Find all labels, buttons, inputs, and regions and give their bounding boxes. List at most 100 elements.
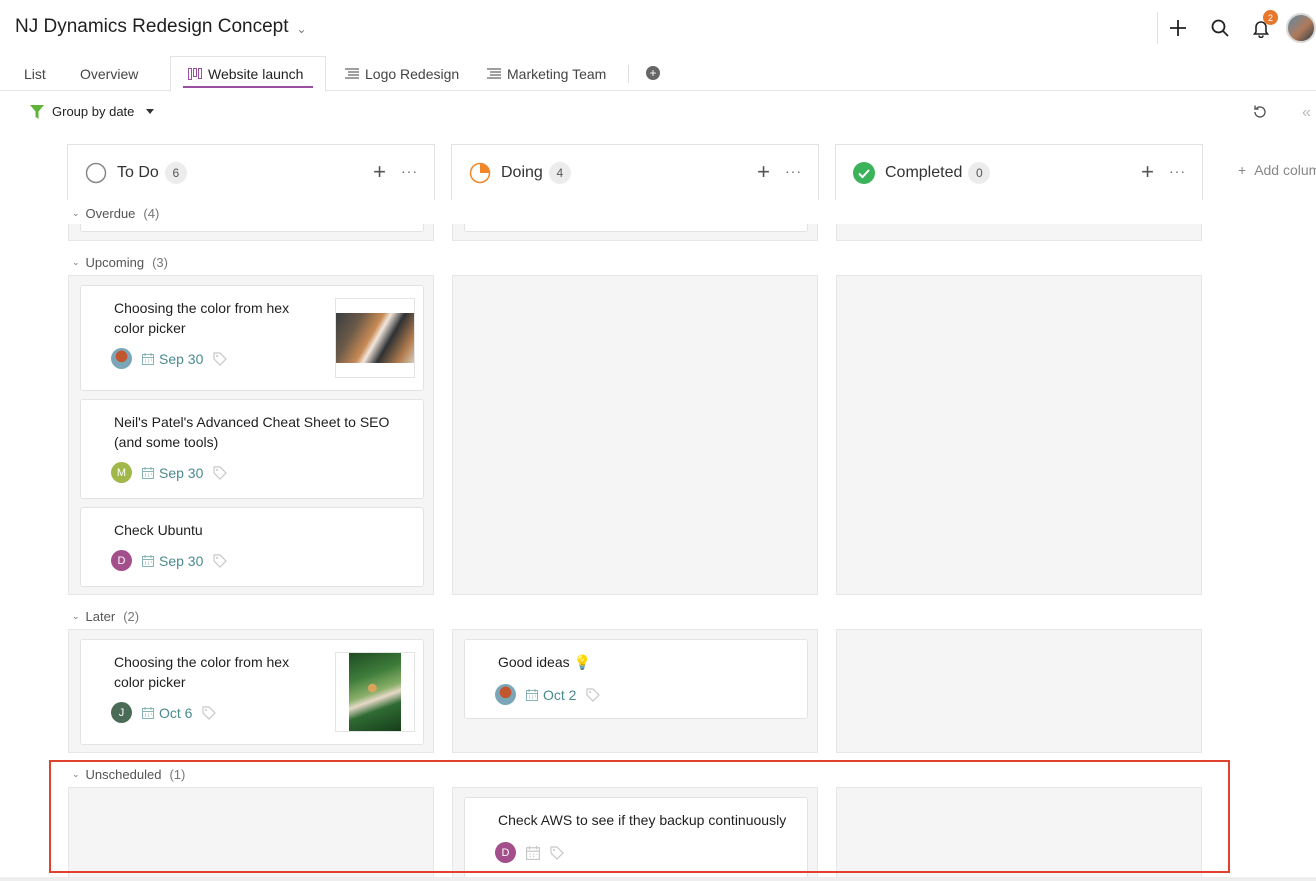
search-button[interactable] xyxy=(1206,14,1234,42)
assignee-avatar[interactable] xyxy=(495,684,516,705)
calendar-icon xyxy=(142,466,154,479)
due-date[interactable]: Sep 30 xyxy=(142,465,203,481)
user-avatar[interactable] xyxy=(1286,13,1316,43)
column-title: To Do xyxy=(117,163,159,181)
task-card[interactable]: Choosing the color from hex color picker … xyxy=(80,639,424,745)
lane-unscheduled-todo[interactable] xyxy=(68,787,434,881)
bottom-edge xyxy=(0,877,1316,881)
more-options-icon[interactable]: ··· xyxy=(401,163,418,179)
tag-icon[interactable] xyxy=(202,705,217,720)
doing-status-icon xyxy=(469,162,491,183)
column-header-todo: To Do 6 + ··· xyxy=(67,144,435,200)
add-button[interactable] xyxy=(1164,14,1192,42)
lane-later-completed[interactable] xyxy=(836,629,1202,753)
task-thumbnail[interactable] xyxy=(335,298,415,378)
list-icon xyxy=(345,68,359,79)
task-title: Choosing the color from hex color picker xyxy=(114,654,290,690)
assignee-avatar[interactable]: M xyxy=(111,462,132,483)
due-date-text: Sep 30 xyxy=(159,552,204,569)
caret-down-icon xyxy=(146,109,155,114)
task-title: Neil's Patel's Advanced Cheat Sheet to S… xyxy=(114,414,390,450)
assignee-avatar[interactable] xyxy=(111,348,132,369)
add-task-button[interactable]: + xyxy=(373,161,386,183)
task-card[interactable]: Good ideas 💡 Oct 2 xyxy=(464,639,808,719)
task-meta: Oct 2 xyxy=(495,684,601,705)
task-meta: D xyxy=(495,842,564,863)
lane-unscheduled-completed[interactable] xyxy=(836,787,1202,881)
column-title: Completed xyxy=(885,163,963,181)
tag-icon[interactable] xyxy=(586,687,601,702)
task-card[interactable]: Neil's Patel's Advanced Cheat Sheet to S… xyxy=(80,399,424,499)
due-date[interactable]: Sep 30 xyxy=(142,553,203,569)
filter-icon xyxy=(30,104,44,119)
task-meta: Sep 30 xyxy=(111,348,228,369)
group-toggle-unscheduled[interactable]: ⌄ Unscheduled (1) xyxy=(72,767,185,782)
task-card[interactable]: Check AWS to see if they backup continuo… xyxy=(464,797,808,881)
group-count: (4) xyxy=(143,206,160,221)
group-by-dropdown[interactable]: Group by date xyxy=(30,104,155,119)
tag-icon[interactable] xyxy=(213,465,228,480)
task-title: Check AWS to see if they backup continuo… xyxy=(498,812,787,828)
more-options-icon[interactable]: ··· xyxy=(785,163,802,179)
project-title-dropdown[interactable]: NJ Dynamics Redesign Concept ⌄ xyxy=(15,16,307,38)
task-card[interactable]: Choosing the color from hex color picker … xyxy=(80,285,424,391)
active-tab-indicator xyxy=(183,86,313,88)
group-toggle-overdue[interactable]: ⌄ Overdue (4) xyxy=(72,206,159,221)
calendar-icon xyxy=(142,706,154,719)
lane-overdue-completed xyxy=(836,224,1202,241)
group-count: (3) xyxy=(152,255,168,270)
due-date[interactable]: Oct 2 xyxy=(526,687,576,703)
task-title: Check Ubuntu xyxy=(114,522,203,538)
lane-later-todo: Choosing the color from hex color picker … xyxy=(68,629,434,753)
tab-logo-redesign[interactable]: Logo Redesign xyxy=(337,56,467,91)
lightbulb-icon: 💡 xyxy=(573,654,591,670)
assignee-avatar[interactable]: D xyxy=(495,842,516,863)
task-title: Choosing the color from hex color picker xyxy=(114,300,290,336)
task-card[interactable]: Check Ubuntu D Sep 30 xyxy=(80,507,424,587)
add-column-button[interactable]: + Add column xyxy=(1238,162,1316,178)
group-count: (1) xyxy=(169,767,186,782)
search-icon xyxy=(1211,19,1229,37)
header-divider xyxy=(1157,12,1158,44)
add-task-button[interactable]: + xyxy=(757,161,770,183)
tab-list[interactable]: List xyxy=(16,56,54,91)
due-date[interactable]: Oct 6 xyxy=(142,705,192,721)
thumbnail-image xyxy=(349,653,401,731)
tab-marketing-team[interactable]: Marketing Team xyxy=(479,56,614,91)
group-toggle-upcoming[interactable]: ⌄ Upcoming (3) xyxy=(72,255,168,270)
tag-icon[interactable] xyxy=(213,351,228,366)
due-date[interactable]: Sep 30 xyxy=(142,351,203,367)
assignee-avatar[interactable]: J xyxy=(111,702,132,723)
tab-label: Website launch xyxy=(208,66,304,82)
add-task-button[interactable]: + xyxy=(1141,161,1154,183)
assignee-avatar[interactable]: D xyxy=(111,550,132,571)
task-meta: J Oct 6 xyxy=(111,702,217,723)
tab-website-launch[interactable]: Website launch xyxy=(170,56,326,92)
calendar-icon[interactable] xyxy=(526,845,540,860)
add-column-label: Add column xyxy=(1254,162,1316,178)
task-meta: M Sep 30 xyxy=(111,462,228,483)
more-options-icon[interactable]: ··· xyxy=(1169,163,1186,179)
task-meta: D Sep 30 xyxy=(111,550,228,571)
refresh-button[interactable] xyxy=(1252,104,1268,125)
task-title: Good ideas 💡 xyxy=(498,654,591,670)
tab-overview[interactable]: Overview xyxy=(72,56,146,91)
lane-upcoming-completed[interactable] xyxy=(836,275,1202,595)
collapse-panel-icon[interactable]: « xyxy=(1302,104,1311,122)
group-label: Later xyxy=(85,609,116,624)
column-count: 4 xyxy=(548,161,571,184)
add-view-button[interactable]: + xyxy=(646,66,660,80)
due-date-text: Sep 30 xyxy=(159,464,204,481)
chevron-down-icon: ⌄ xyxy=(72,208,80,218)
tab-label: List xyxy=(24,65,46,82)
tag-icon[interactable] xyxy=(213,553,228,568)
plus-icon xyxy=(1170,20,1186,36)
task-thumbnail[interactable] xyxy=(335,652,415,732)
notifications-button[interactable]: 2 xyxy=(1247,10,1278,42)
group-toggle-later[interactable]: ⌄ Later (2) xyxy=(72,609,139,624)
lane-upcoming-doing[interactable] xyxy=(452,275,818,595)
tag-icon[interactable] xyxy=(550,845,564,860)
due-date-text: Sep 30 xyxy=(159,350,204,367)
tab-divider xyxy=(628,65,629,83)
calendar-icon xyxy=(526,688,538,701)
